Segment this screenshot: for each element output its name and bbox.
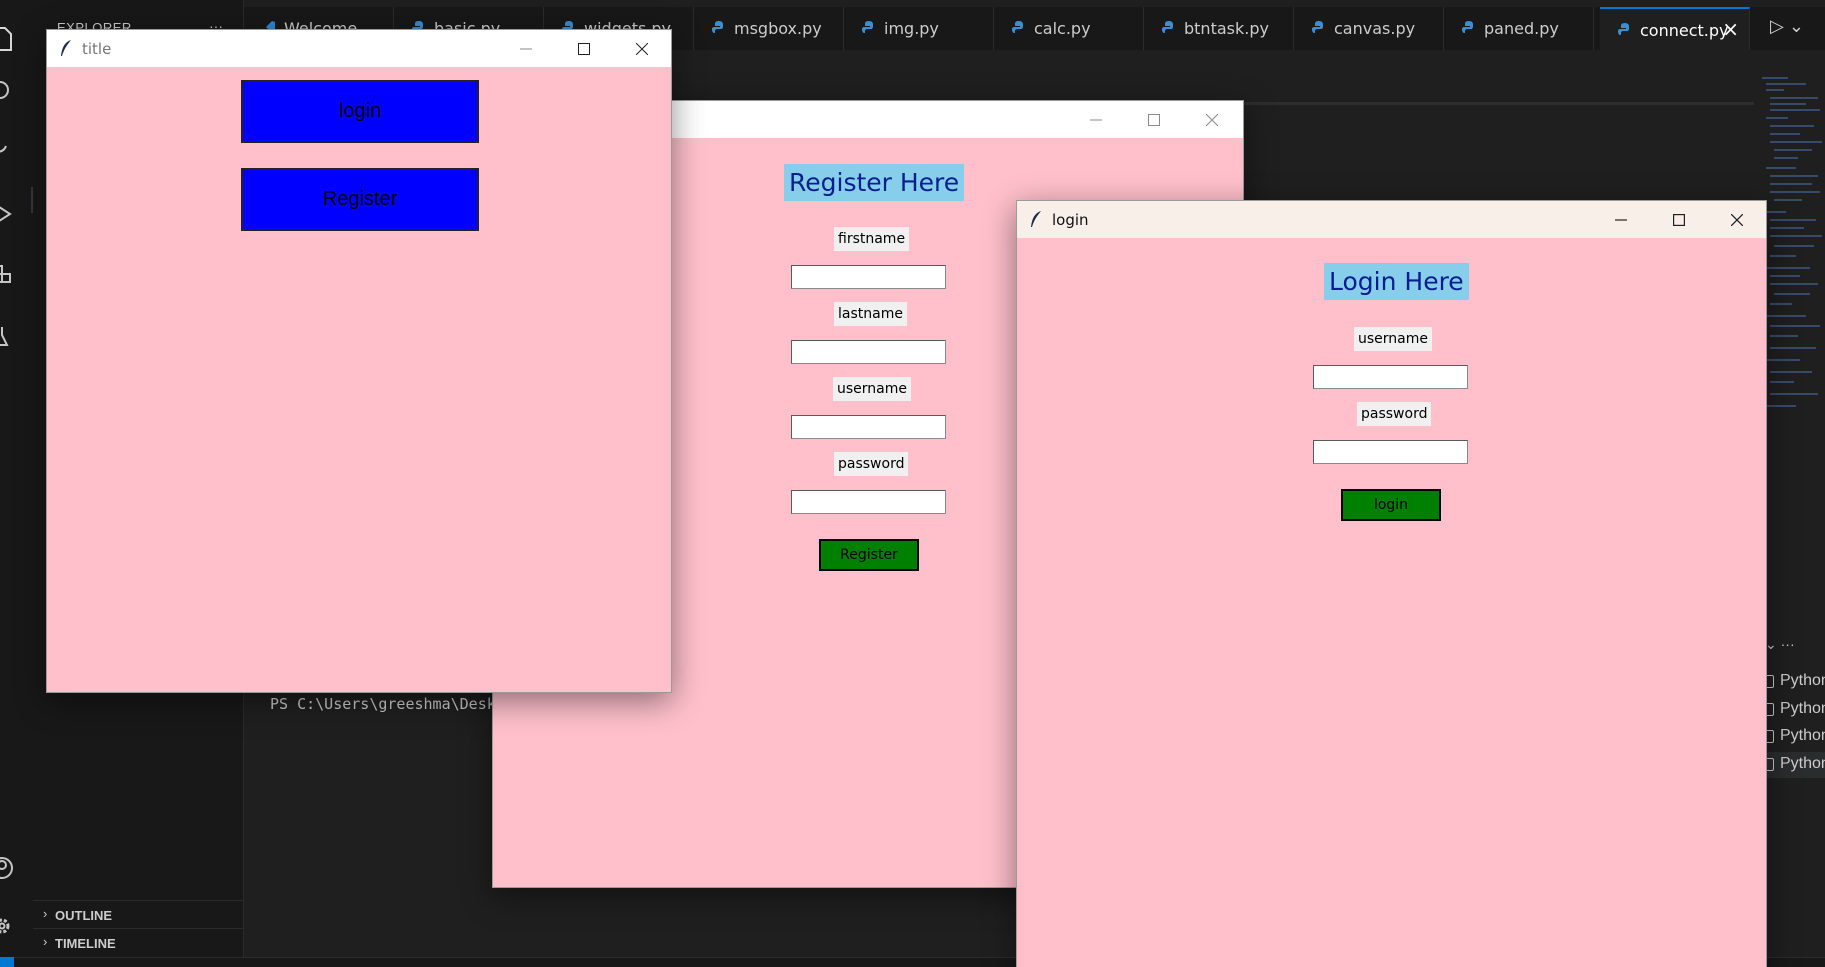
close-icon[interactable] (613, 30, 671, 67)
maximize-icon[interactable] (555, 30, 613, 67)
tab-label: btntask.py (1184, 19, 1269, 38)
password-label: password (834, 452, 909, 476)
tab-canvas[interactable]: canvas.py (1294, 7, 1444, 50)
testing-icon[interactable] (0, 318, 33, 352)
minimap[interactable] (1760, 75, 1825, 425)
python-file-icon (712, 21, 723, 33)
chevron-right-icon: › (43, 934, 48, 949)
firstname-label: firstname (834, 227, 910, 251)
window-title: login (1052, 211, 1089, 229)
python-file-icon (862, 21, 873, 33)
title-window: title login Register (46, 29, 672, 693)
close-tab-icon[interactable]: × (1722, 17, 1739, 41)
tab-paned[interactable]: paned.py (1444, 7, 1594, 50)
password-label: password (1357, 402, 1432, 426)
tab-label: msgbox.py (734, 19, 822, 38)
chevron-right-icon: › (43, 906, 48, 921)
python-file-icon (1618, 23, 1629, 35)
window-title: title (82, 40, 112, 58)
terminal-label: Python (1780, 727, 1825, 744)
password-field[interactable] (791, 490, 946, 514)
remote-indicator[interactable] (0, 957, 14, 967)
maximize-icon[interactable] (1650, 201, 1708, 238)
panel-more-actions[interactable]: ⌄ ··· (1765, 636, 1795, 653)
timeline-section[interactable]: › TIMELINE (33, 928, 244, 956)
run-file-icon[interactable]: ▷ ⌄ (1770, 16, 1804, 37)
run-debug-icon[interactable] (0, 196, 33, 230)
terminal-instance[interactable]: Python (1762, 752, 1825, 778)
minimize-icon[interactable] (1067, 101, 1125, 138)
login-heading: Login Here (1324, 263, 1469, 300)
terminal-label: Python (1780, 755, 1825, 772)
explorer-icon[interactable] (0, 20, 33, 54)
close-icon[interactable] (1708, 201, 1766, 238)
terminal-label: Python (1780, 700, 1825, 717)
tab-label: connect.py (1640, 21, 1729, 40)
tk-feather-icon (1031, 211, 1041, 227)
terminal-instance[interactable]: Python (1762, 724, 1825, 750)
settings-gear-icon[interactable] (0, 908, 33, 942)
lastname-field[interactable] (791, 340, 946, 364)
activity-bar (0, 0, 33, 967)
open-login-button[interactable]: login (241, 80, 479, 143)
python-file-icon (1162, 21, 1173, 33)
outline-section[interactable]: › OUTLINE (33, 900, 244, 928)
username-label: username (833, 377, 911, 401)
python-file-icon (1312, 21, 1323, 33)
tab-label: img.py (884, 19, 939, 38)
tab-label: canvas.py (1334, 19, 1416, 38)
tab-label: calc.py (1034, 19, 1091, 38)
terminal-prompt: PS C:\Users\greeshma\Desk (270, 695, 496, 713)
close-icon[interactable] (1183, 101, 1241, 138)
python-file-icon (1012, 21, 1023, 33)
username-field[interactable] (791, 415, 946, 439)
maximize-icon[interactable] (1125, 101, 1183, 138)
terminal-instance[interactable]: Python (1762, 669, 1825, 695)
terminal-label: Python (1780, 672, 1825, 689)
login-submit-button[interactable]: login (1341, 489, 1441, 521)
tab-label: paned.py (1484, 19, 1559, 38)
username-label: username (1354, 327, 1432, 351)
username-field[interactable] (1313, 365, 1468, 389)
tab-connect[interactable]: connect.py × (1600, 7, 1750, 50)
account-icon[interactable] (0, 850, 33, 884)
tab-btntask[interactable]: btntask.py (1144, 7, 1294, 50)
tab-img[interactable]: img.py (844, 7, 994, 50)
python-file-icon (1462, 21, 1473, 33)
extensions-icon[interactable] (0, 258, 33, 292)
tab-msgbox[interactable]: msgbox.py (694, 7, 844, 50)
minimize-icon[interactable] (1592, 201, 1650, 238)
outline-label: OUTLINE (55, 908, 113, 923)
tk-feather-icon (61, 40, 71, 56)
terminal-instance[interactable]: Python (1762, 697, 1825, 723)
tab-calc[interactable]: calc.py (994, 7, 1144, 50)
search-icon[interactable] (0, 74, 33, 108)
source-control-icon[interactable] (0, 134, 33, 168)
password-field[interactable] (1313, 440, 1468, 464)
lastname-label: lastname (834, 302, 907, 326)
login-window: login Login Here username password login (1016, 200, 1767, 967)
open-register-button[interactable]: Register (241, 168, 479, 231)
firstname-field[interactable] (791, 265, 946, 289)
title-titlebar: title (47, 30, 671, 67)
register-heading: Register Here (784, 164, 965, 201)
login-titlebar: login (1017, 201, 1766, 238)
register-submit-button[interactable]: Register (819, 539, 919, 571)
timeline-label: TIMELINE (55, 936, 116, 951)
minimize-icon[interactable] (497, 30, 555, 67)
